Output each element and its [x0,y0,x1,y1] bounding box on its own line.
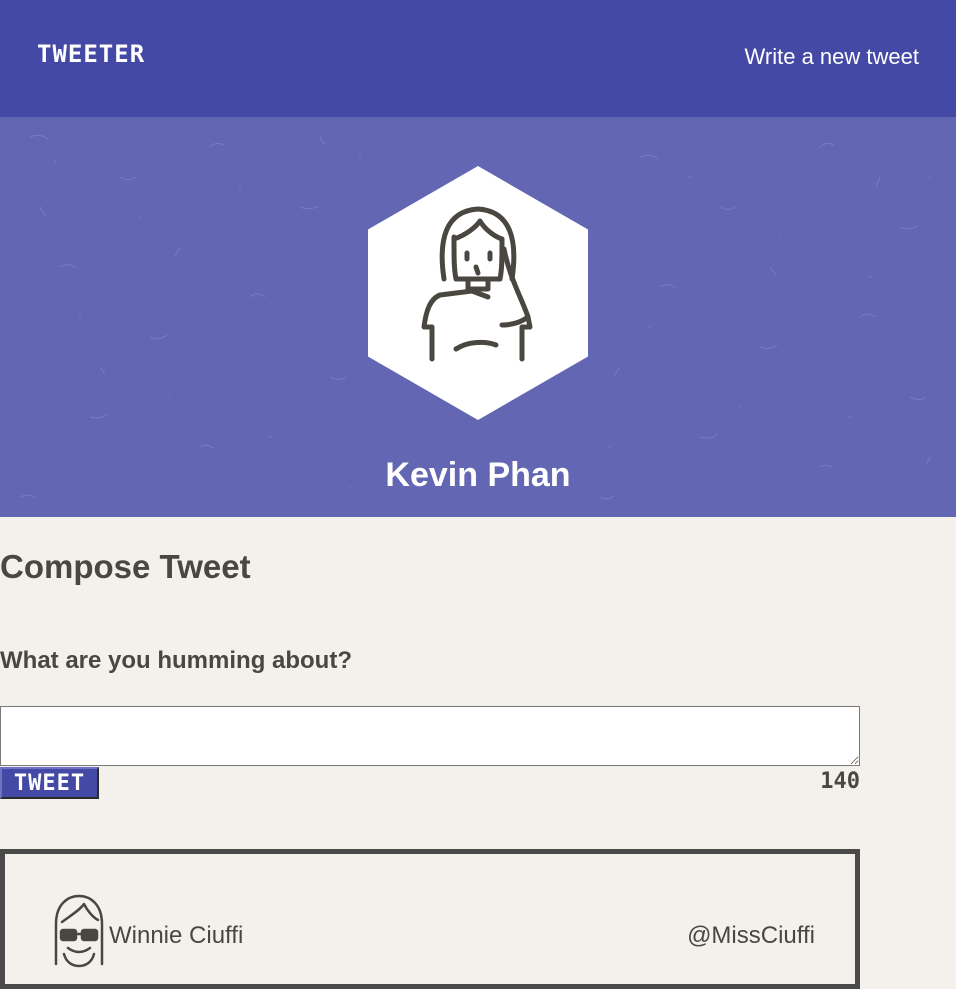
tweet-author-handle: @MissCiuffi [687,922,815,949]
profile-banner: Kevin Phan [0,117,956,517]
write-new-tweet-link[interactable]: Write a new tweet [745,44,919,70]
girl-with-glasses-avatar-icon [54,894,104,968]
top-nav: TWEETER Write a new tweet [0,0,956,117]
compose-prompt-label: What are you humming about? [0,647,352,674]
woman-avatar-icon [421,206,533,362]
tweet-textarea[interactable] [0,706,860,766]
brand-logo[interactable]: TWEETER [37,40,145,68]
tweet-submit-button[interactable]: TWEET [0,767,99,799]
compose-title: Compose Tweet [0,548,251,585]
profile-name: Kevin Phan [385,456,571,494]
tweet-author-name: Winnie Ciuffi [109,922,244,949]
tweet-card: Winnie Ciuffi @MissCiuffi [0,849,860,989]
char-counter: 140 [820,769,860,794]
